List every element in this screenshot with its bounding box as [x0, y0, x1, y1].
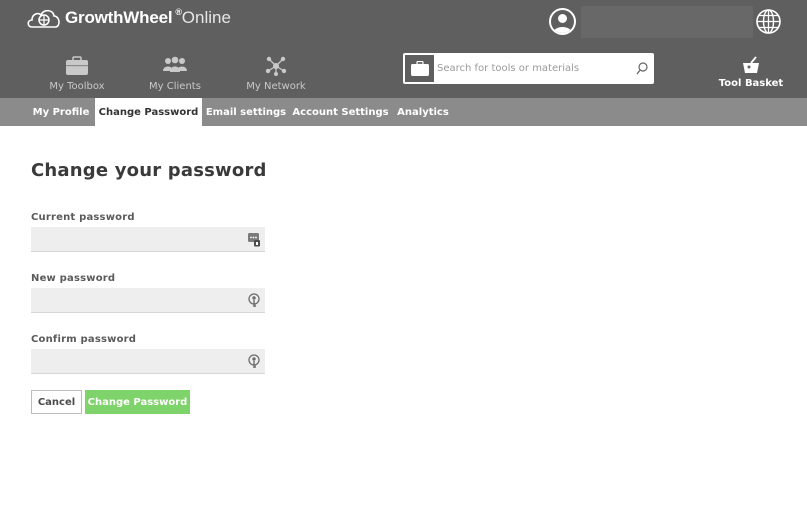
briefcase-icon [410, 60, 429, 76]
page-title: Change your password [31, 160, 267, 181]
current-password-field[interactable] [31, 227, 265, 252]
network-icon [265, 56, 287, 76]
cancel-button[interactable]: Cancel [31, 390, 82, 414]
tool-basket-icon [743, 56, 759, 73]
search-icon[interactable] [636, 62, 648, 75]
nav-my-clients[interactable]: My Clients [130, 56, 220, 92]
top-header: GrowthWheel ® Online My Toolbox My Clien… [0, 0, 807, 98]
nav-label: My Network [246, 81, 306, 92]
nav-my-network[interactable]: My Network [231, 56, 321, 92]
confirm-password-input[interactable] [31, 349, 236, 374]
new-password-field[interactable] [31, 288, 265, 313]
tool-basket-label: Tool Basket [718, 78, 784, 89]
globe-icon[interactable] [755, 8, 782, 35]
confirm-password-field[interactable] [31, 349, 265, 374]
briefcase-icon [66, 56, 88, 75]
tab-change-password[interactable]: Change Password [95, 98, 202, 126]
confirm-password-label: Confirm password [31, 334, 137, 345]
brand-registered-mark: ® [175, 7, 182, 17]
new-password-label: New password [31, 273, 116, 284]
search-box [403, 53, 654, 84]
tool-basket-button[interactable]: Tool Basket [718, 56, 784, 89]
user-avatar[interactable] [549, 8, 576, 35]
new-password-input[interactable] [31, 288, 236, 313]
tab-my-profile[interactable]: My Profile [27, 98, 95, 126]
tab-email-settings[interactable]: Email settings [202, 98, 290, 126]
settings-subnav: My Profile Change Password Email setting… [0, 98, 807, 126]
password-manager-icon[interactable] [247, 232, 261, 247]
brand-name: GrowthWheel [65, 8, 173, 27]
nav-label: My Clients [149, 81, 201, 92]
current-password-label: Current password [31, 212, 135, 223]
key-icon[interactable] [247, 293, 261, 308]
nav-label: My Toolbox [49, 81, 105, 92]
user-icon [553, 14, 572, 33]
search-input[interactable] [437, 53, 633, 84]
toolbox-search-button[interactable] [404, 54, 435, 83]
tab-account-settings[interactable]: Account Settings [290, 98, 391, 126]
user-name-area[interactable] [581, 6, 753, 38]
brand-suffix: Online [181, 8, 231, 27]
growthwheel-logo[interactable]: GrowthWheel ® Online [26, 6, 231, 30]
cloud-wheel-icon [27, 9, 60, 28]
clients-icon [163, 56, 187, 72]
change-password-button[interactable]: Change Password [85, 390, 190, 414]
current-password-input[interactable] [31, 227, 236, 252]
key-icon[interactable] [247, 354, 261, 369]
tab-analytics[interactable]: Analytics [391, 98, 455, 126]
nav-my-toolbox[interactable]: My Toolbox [32, 56, 122, 92]
